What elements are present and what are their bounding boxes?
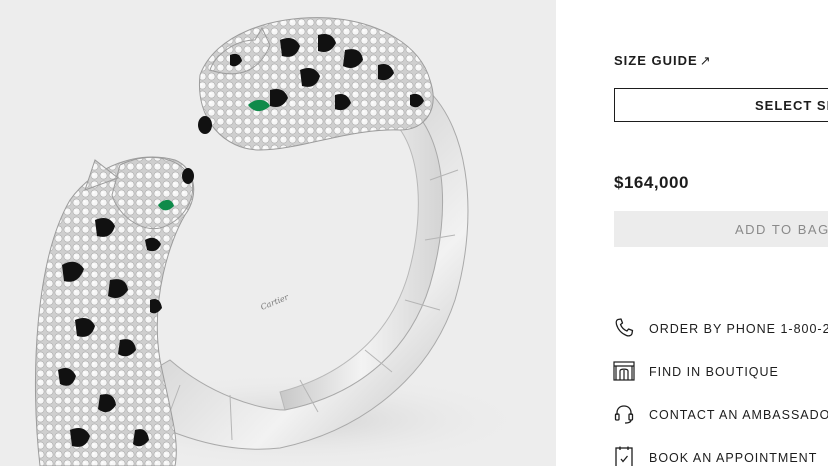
book-appointment-link[interactable]: BOOK AN APPOINTMENT	[612, 445, 828, 466]
size-guide-label: SIZE GUIDE	[614, 53, 698, 68]
boutique-icon	[612, 359, 636, 383]
product-image[interactable]: Cartier	[0, 0, 556, 466]
cartier-engraving: Cartier	[259, 292, 290, 312]
contact-ambassador-link[interactable]: CONTACT AN AMBASSADOR	[612, 402, 828, 428]
select-size-button[interactable]: SELECT SIZE	[614, 88, 828, 122]
size-guide-link[interactable]: SIZE GUIDE ↗	[614, 53, 712, 69]
external-arrow-icon: ↗	[699, 53, 712, 68]
contact-ambassador-label: CONTACT AN AMBASSADOR	[649, 408, 828, 422]
bracelet-illustration: Cartier	[34, 17, 530, 466]
find-in-boutique-label: FIND IN BOUTIQUE	[649, 365, 779, 379]
order-by-phone-label: ORDER BY PHONE 1-800-227-8437	[649, 322, 828, 336]
product-price: $164,000	[614, 173, 689, 192]
calendar-icon	[612, 445, 636, 466]
headset-icon	[612, 402, 636, 426]
add-to-bag-label: ADD TO BAG	[735, 222, 828, 237]
order-by-phone-link[interactable]: ORDER BY PHONE 1-800-227-8437	[612, 316, 828, 342]
add-to-bag-button[interactable]: ADD TO BAG	[614, 211, 828, 247]
select-size-label: SELECT SIZE	[755, 98, 828, 113]
find-in-boutique-link[interactable]: FIND IN BOUTIQUE	[612, 359, 828, 385]
book-appointment-label: BOOK AN APPOINTMENT	[649, 451, 818, 465]
phone-icon	[612, 316, 636, 340]
product-details-panel: SIZE GUIDE↗ SELECT SIZE $164,000 ADD TO …	[556, 0, 828, 466]
